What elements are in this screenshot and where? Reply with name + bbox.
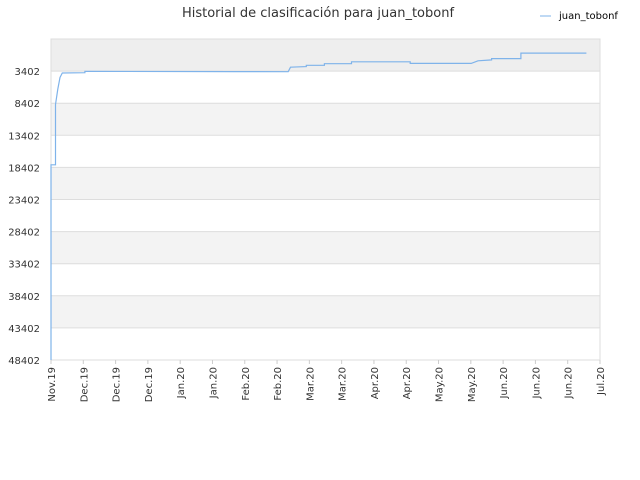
x-tick-label: May.20 bbox=[467, 367, 478, 402]
legend-label: juan_tobonf bbox=[558, 11, 618, 22]
x-tick-label: Jun.20 bbox=[499, 367, 510, 400]
x-tick-label: Jul.20 bbox=[596, 367, 607, 396]
y-tick-label: 23402 bbox=[8, 196, 40, 207]
grid-bands bbox=[51, 39, 600, 328]
x-tick-label: Dec.19 bbox=[144, 367, 155, 402]
y-tick-label: 38402 bbox=[8, 292, 40, 303]
x-tick-label: Apr.20 bbox=[370, 367, 381, 399]
grid-band bbox=[51, 231, 600, 264]
grid-band bbox=[51, 167, 600, 200]
x-tick-label: Mar.20 bbox=[338, 367, 349, 401]
x-tick-label: Jun.20 bbox=[564, 367, 575, 400]
grid-band bbox=[51, 39, 600, 72]
y-tick-label: 3402 bbox=[15, 67, 40, 78]
x-tick-label: Jan.20 bbox=[176, 367, 187, 399]
rank-history-chart: Historial de clasificación para juan_tob… bbox=[8, 6, 618, 402]
y-tick-label: 13402 bbox=[8, 131, 40, 142]
y-tick-label: 43402 bbox=[8, 324, 40, 335]
y-tick-label: 28402 bbox=[8, 228, 40, 239]
x-tick-label: Mar.20 bbox=[305, 367, 316, 401]
grid-band bbox=[51, 103, 600, 136]
x-tick-label: Apr.20 bbox=[402, 367, 413, 399]
x-tick-label: Dec.19 bbox=[79, 367, 90, 402]
legend: juan_tobonf bbox=[540, 11, 618, 22]
y-axis-ticks: 3402 8402 13402 18402 23402 28402 33402 38402 43… bbox=[8, 67, 40, 367]
y-tick-label: 8402 bbox=[15, 99, 40, 110]
x-tick-label: Feb.20 bbox=[273, 367, 284, 401]
x-tick-label: Jan.20 bbox=[208, 367, 219, 399]
x-tick-label: Feb.20 bbox=[241, 367, 252, 401]
chart-title: Historial de clasificación para juan_tob… bbox=[182, 6, 454, 21]
x-tick-label: May.20 bbox=[435, 367, 446, 402]
y-tick-label: 48402 bbox=[8, 356, 40, 367]
y-tick-label: 18402 bbox=[8, 163, 40, 174]
x-axis-ticks: Nov.19 Dec.19 Dec.19 Dec.19 Jan.20 Jan.20 Feb.… bbox=[47, 360, 607, 402]
x-tick-label: Nov.19 bbox=[47, 367, 58, 402]
grid-band bbox=[51, 295, 600, 328]
y-tick-label: 33402 bbox=[8, 260, 40, 271]
x-tick-label: Dec.19 bbox=[112, 367, 123, 402]
x-tick-label: Jun.20 bbox=[531, 367, 542, 400]
